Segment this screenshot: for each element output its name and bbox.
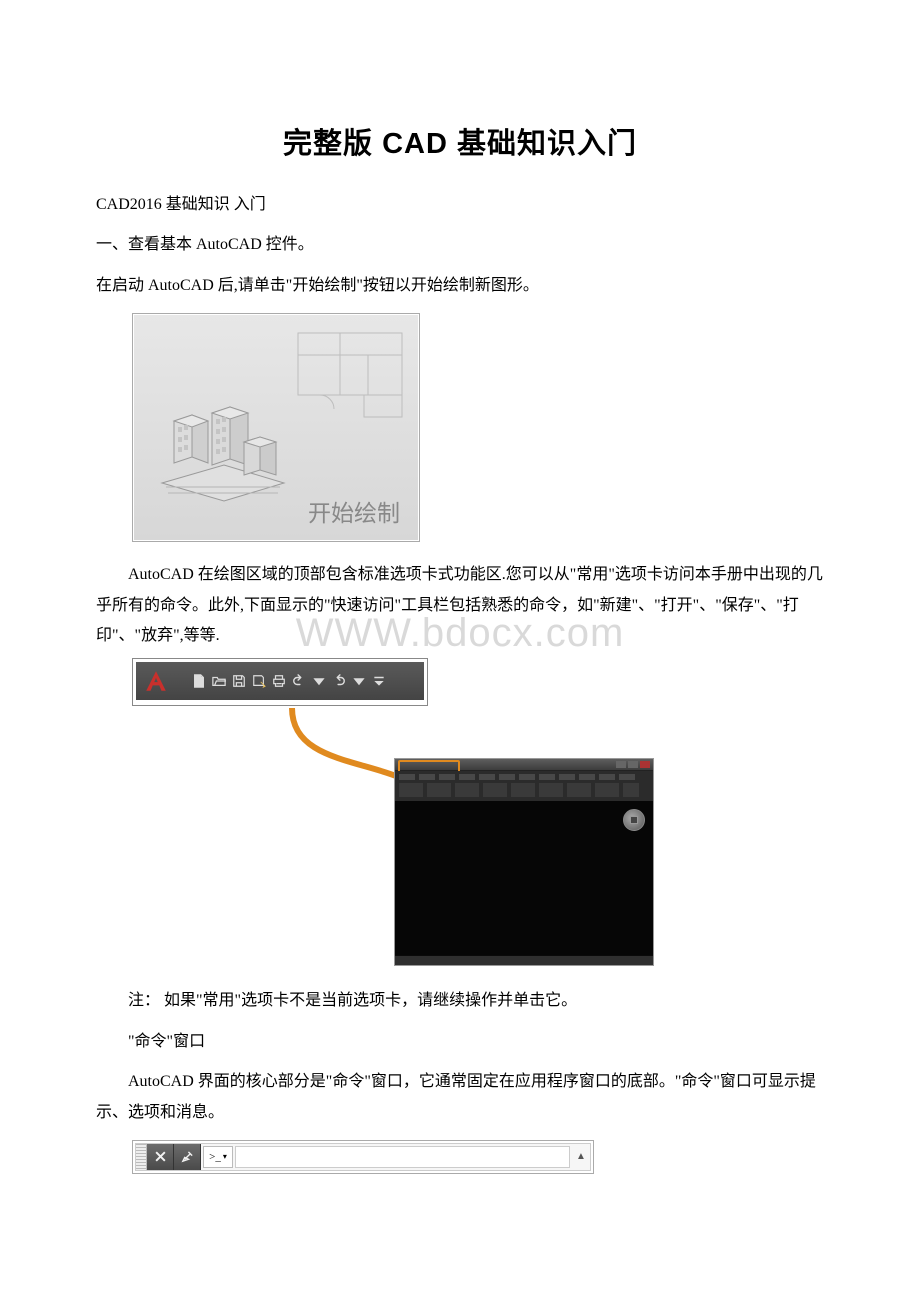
- command-line-grip-icon: [136, 1144, 147, 1170]
- autocad-window-screenshot: [394, 758, 654, 966]
- figure-quick-access-callout: [132, 658, 654, 968]
- redo-icon: [332, 674, 346, 688]
- paragraph-note: 注： 如果"常用"选项卡不是当前选项卡，请继续操作并单击它。: [96, 986, 824, 1016]
- undo-icon: [292, 674, 306, 688]
- saveas-icon: [252, 674, 266, 688]
- undo-dropdown-icon: [312, 674, 326, 688]
- paragraph-section-1: 一、查看基本 AutoCAD 控件。: [96, 230, 824, 260]
- heading-command-window: "命令"窗口: [96, 1027, 824, 1057]
- figure-command-line: >_▾ ▲: [132, 1140, 594, 1174]
- autocad-logo-icon: [138, 663, 174, 699]
- new-file-icon: [192, 674, 206, 688]
- command-history-icon: ▲: [572, 1144, 590, 1170]
- figure-start-drawing-tile: 开始绘制: [132, 313, 420, 542]
- paragraph-command-window-desc: AutoCAD 界面的核心部分是"命令"窗口，它通常固定在应用程序窗口的底部。"…: [96, 1067, 824, 1128]
- paragraph-subtitle: CAD2016 基础知识 入门: [96, 190, 824, 220]
- open-file-icon: [212, 674, 226, 688]
- start-tile-label: 开始绘制: [308, 494, 400, 528]
- command-close-icon: [147, 1144, 174, 1170]
- viewcube-icon: [623, 809, 645, 831]
- command-settings-icon: [174, 1144, 201, 1170]
- command-input[interactable]: [235, 1146, 570, 1168]
- paragraph-ribbon-desc: AutoCAD 在绘图区域的顶部包含标准选项卡式功能区.您可以从"常用"选项卡访…: [96, 560, 824, 651]
- paragraph-start-drawing: 在启动 AutoCAD 后,请单击"开始绘制"按钮以开始绘制新图形。: [96, 271, 824, 301]
- page-title: 完整版 CAD 基础知识入门: [96, 120, 824, 162]
- qat-customize-icon: [372, 674, 386, 688]
- print-icon: [272, 674, 286, 688]
- save-icon: [232, 674, 246, 688]
- command-prompt-icon: >_▾: [203, 1146, 233, 1168]
- redo-dropdown-icon: [352, 674, 366, 688]
